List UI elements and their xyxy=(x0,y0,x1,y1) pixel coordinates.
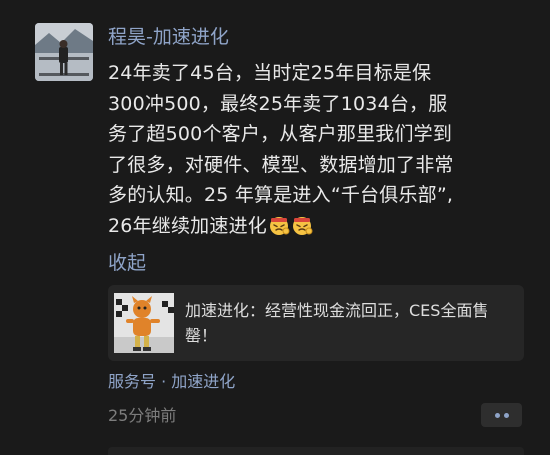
author-avatar[interactable] xyxy=(35,23,93,81)
more-actions-button[interactable] xyxy=(481,403,522,427)
strong-face-emoji-icon xyxy=(269,216,290,235)
post-timestamp: 25分钟前 xyxy=(108,406,177,425)
avatar-photo-icon xyxy=(35,23,93,81)
collapse-link[interactable]: 收起 xyxy=(108,250,146,276)
content-line: 24年卖了45台，当时定25年目标是保 xyxy=(108,62,432,84)
shared-article-card[interactable]: 加速进化：经营性现金流回正，CES全面售罄！ xyxy=(108,285,524,361)
comment-area-edge xyxy=(108,447,524,455)
post-content: 24年卖了45台，当时定25年目标是保 300冲500，最终25年卖了1034台… xyxy=(108,58,528,241)
content-line-text: 26年继续加速进化 xyxy=(108,214,267,237)
moment-post: 程昊-加速进化 24年卖了45台，当时定25年目标是保 300冲500，最终25… xyxy=(0,0,550,455)
content-line: 300冲500，最终25年卖了1034台，服 xyxy=(108,92,448,115)
robot-mascot-image-icon xyxy=(114,293,174,353)
author-name[interactable]: 程昊-加速进化 xyxy=(108,24,229,50)
content-line: 务了超500个客户，从客户那里我们学到 xyxy=(108,123,453,145)
more-dots-icon xyxy=(495,413,500,418)
strong-face-emoji-icon xyxy=(292,216,313,235)
content-line: 了很多，对硬件、模型、数据增加了非常 xyxy=(108,153,454,176)
official-account-source-link[interactable]: 服务号 · 加速进化 xyxy=(108,371,235,393)
more-dots-icon xyxy=(504,413,509,418)
content-line-last: 26年继续加速进化 xyxy=(108,211,528,242)
article-title: 加速进化：经营性现金流回正，CES全面售罄！ xyxy=(185,301,489,345)
content-line: 多的认知。25 年算是进入“千台俱乐部”, xyxy=(108,184,454,206)
article-thumbnail xyxy=(114,293,174,353)
